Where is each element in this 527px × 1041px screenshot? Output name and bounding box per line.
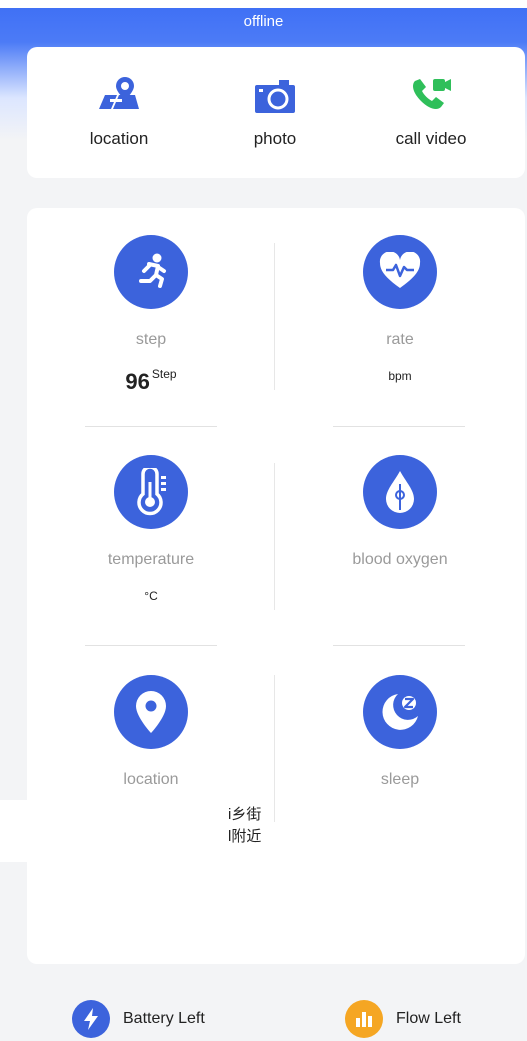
moon-icon [363, 675, 437, 749]
step-unit: Step [151, 367, 177, 381]
video-call-icon [366, 71, 496, 115]
location-address: i乡街 l附近 [228, 804, 261, 848]
flow-left-label: Flow Left [396, 1010, 461, 1027]
heart-rate-label: rate [386, 331, 414, 348]
row-divider [85, 426, 217, 427]
step-count: 96 [125, 369, 150, 394]
row-divider [333, 645, 465, 646]
redacted-area [0, 800, 230, 862]
column-divider [274, 675, 275, 822]
lightning-icon [72, 1000, 110, 1038]
photo-action-button[interactable]: photo [210, 71, 340, 149]
heart-rate-value: bpm [300, 369, 500, 393]
address-line-2: l附近 [228, 828, 262, 845]
video-call-action-button[interactable]: call video [366, 71, 496, 149]
blood-oxygen-value [300, 589, 500, 613]
heart-rate-unit: bpm [388, 369, 412, 383]
location-action-button[interactable]: location [54, 71, 184, 149]
camera-icon [210, 71, 340, 115]
device-status: offline [243, 13, 284, 30]
battery-left-label: Battery Left [123, 1010, 205, 1027]
temperature-label: temperature [107, 551, 195, 568]
temperature-metric[interactable]: temperature °C [51, 455, 251, 613]
location-metric[interactable]: location [51, 675, 251, 789]
heart-rate-metric[interactable]: rate bpm [300, 235, 500, 393]
bar-chart-icon [345, 1000, 383, 1038]
blood-oxygen-metric[interactable]: blood oxygen [300, 455, 500, 613]
photo-action-label: photo [253, 129, 297, 148]
flow-left-button[interactable]: Flow Left [345, 1000, 461, 1038]
location-action-label: location [89, 129, 149, 148]
address-line-1: i乡街 [228, 806, 262, 823]
running-icon [114, 235, 188, 309]
thermometer-icon [114, 455, 188, 529]
row-divider [85, 645, 217, 646]
step-metric[interactable]: step 96 Step [51, 235, 251, 394]
column-divider [274, 243, 275, 390]
temperature-unit: °C [144, 589, 158, 603]
battery-left-button[interactable]: Battery Left [72, 1000, 205, 1038]
top-edge [0, 0, 527, 8]
location-pin-icon [114, 675, 188, 749]
step-value: 96 Step [51, 367, 251, 394]
location-label: location [123, 771, 179, 788]
step-label: step [135, 331, 167, 348]
column-divider [274, 463, 275, 610]
temperature-value: °C [51, 589, 251, 613]
blood-oxygen-label: blood oxygen [352, 551, 448, 568]
footer-bar: Battery Left Flow Left [0, 985, 527, 1041]
row-divider [333, 426, 465, 427]
quick-actions-card: location photo call video [27, 47, 525, 178]
heart-rate-icon [363, 235, 437, 309]
blood-drop-icon [363, 455, 437, 529]
video-call-action-label: call video [395, 129, 467, 148]
map-pin-icon [54, 71, 184, 115]
sleep-label: sleep [380, 771, 420, 788]
sleep-metric[interactable]: sleep [300, 675, 500, 789]
